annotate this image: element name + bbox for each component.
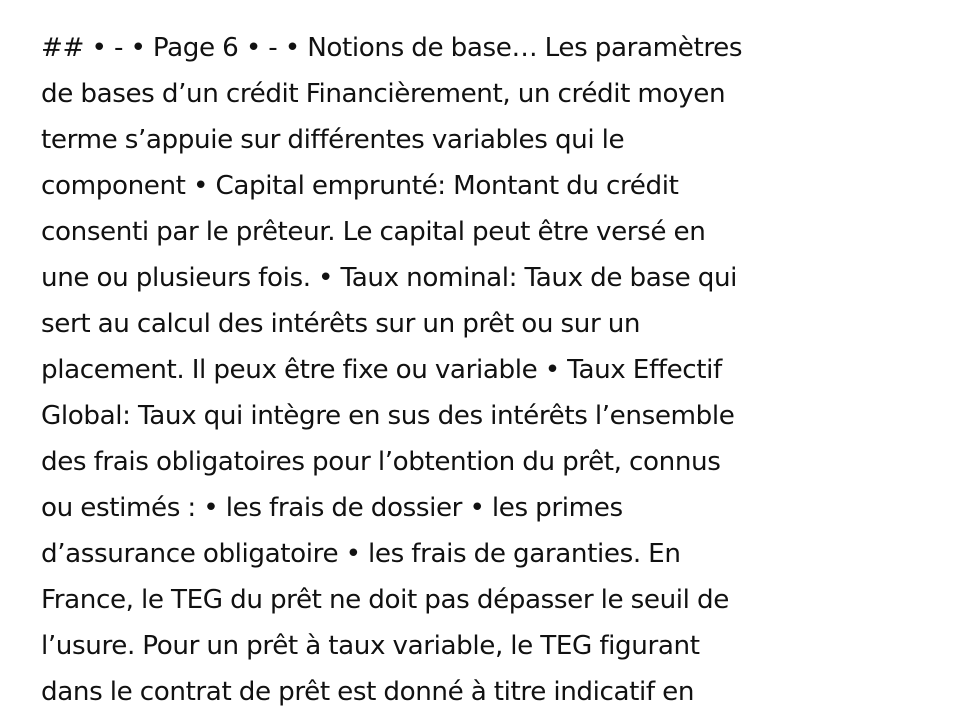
text-line-6: une ou plusieurs fois. • Taux nominal: T… [41, 263, 738, 293]
text-line-10: des frais obligatoires pour l’obtention … [41, 447, 721, 477]
text-line-5: consenti par le prêteur. Le capital peut… [41, 217, 706, 247]
document-page: ## • - • Page 6 • - • Notions de base… L… [0, 0, 960, 720]
text-line-11: ou estimés : • les frais de dossier • le… [41, 493, 623, 523]
document-text: ## • - • Page 6 • - • Notions de base… L… [41, 25, 921, 715]
text-line-2: de bases d’un crédit Financièrement, un … [41, 79, 726, 109]
text-line-3: terme s’appuie sur différentes variables… [41, 125, 625, 155]
text-line-8: placement. Il peux être fixe ou variable… [41, 355, 722, 385]
text-line-14: l’usure. Pour un prêt à taux variable, l… [41, 631, 700, 661]
text-line-1: ## • - • Page 6 • - • Notions de base… L… [41, 33, 743, 63]
text-line-15: dans le contrat de prêt est donné à titr… [41, 677, 695, 707]
text-line-13: France, le TEG du prêt ne doit pas dépas… [41, 585, 729, 615]
text-line-12: d’assurance obligatoire • les frais de g… [41, 539, 681, 569]
text-line-9: Global: Taux qui intègre en sus des inté… [41, 401, 735, 431]
text-line-7: sert au calcul des intérêts sur un prêt … [41, 309, 641, 339]
text-line-4: component • Capital emprunté: Montant du… [41, 171, 679, 201]
